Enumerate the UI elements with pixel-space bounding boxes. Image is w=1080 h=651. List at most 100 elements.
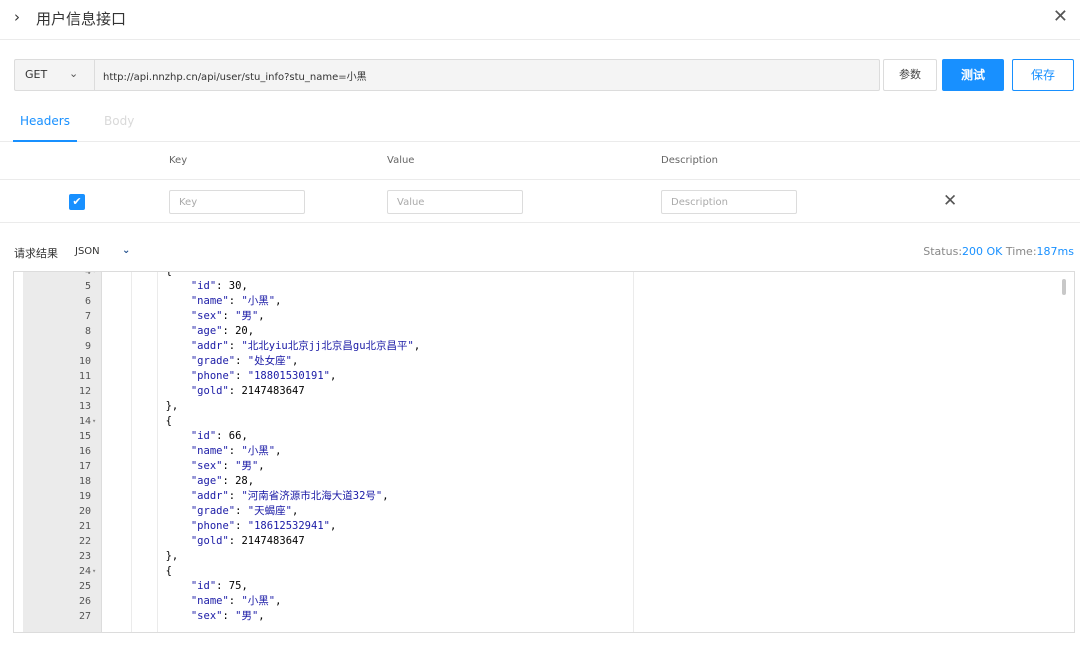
code-line: 16 "name": "小黑", xyxy=(14,444,1074,459)
line-number: 19 xyxy=(78,491,91,502)
chevron-right-icon[interactable]: › xyxy=(14,8,20,26)
code-text: { xyxy=(115,415,172,427)
code-line: 25 "id": 75, xyxy=(14,579,1074,594)
request-tabs: Headers Body xyxy=(0,104,1080,142)
fold-toggle-icon[interactable]: ▾ xyxy=(92,564,96,579)
tab-headers[interactable]: Headers xyxy=(20,114,70,128)
code-text: "phone": "18612532941", xyxy=(190,520,337,532)
line-number: 5 xyxy=(84,281,91,292)
line-number: 12 xyxy=(78,386,91,397)
code-text: "sex": "男", xyxy=(190,460,265,472)
line-number: 10 xyxy=(78,356,91,367)
chevron-down-icon: ⌄ xyxy=(69,67,79,80)
code-line: 6 "name": "小黑", xyxy=(14,294,1074,309)
code-text: "sex": "男", xyxy=(190,610,265,622)
line-number: 16 xyxy=(78,446,91,457)
line-number: 24 xyxy=(78,566,91,577)
code-text: "age": 28, xyxy=(190,475,255,487)
line-number: 23 xyxy=(78,551,91,562)
code-text: "id": 66, xyxy=(190,430,248,442)
code-text: "age": 20, xyxy=(190,325,255,337)
code-line: 14 ▾ { xyxy=(14,414,1074,429)
code-text: "addr": "河南省济源市北海大道32号", xyxy=(190,490,389,502)
time-prefix: Time: xyxy=(1005,245,1037,258)
line-number: 18 xyxy=(78,476,91,487)
code-text: { xyxy=(115,565,172,577)
params-button[interactable]: 参数 xyxy=(883,59,937,91)
code-text: "sex": "男", xyxy=(190,310,265,322)
method-value: GET xyxy=(25,68,48,81)
headers-table-head: Key Value Description xyxy=(0,142,1080,180)
code-line: 18 "age": 28, xyxy=(14,474,1074,489)
tab-body[interactable]: Body xyxy=(104,114,134,128)
response-editor[interactable]: 4 ▾ {5 "id": 30, 6 "name": "小黑", 7 "sex": "… xyxy=(13,271,1075,633)
column-value: Value xyxy=(387,155,415,166)
code-text: "name": "小黑", xyxy=(190,595,282,607)
value-input[interactable] xyxy=(387,190,523,214)
line-number: 13 xyxy=(78,401,91,412)
code-text: "id": 30, xyxy=(190,280,248,292)
line-number: 11 xyxy=(78,371,91,382)
fold-toggle-icon[interactable]: ▾ xyxy=(92,414,96,429)
line-number: 7 xyxy=(84,311,91,322)
code-line: 19 "addr": "河南省济源市北海大道32号", xyxy=(14,489,1074,504)
line-number: 8 xyxy=(84,326,91,337)
close-icon[interactable]: ✕ xyxy=(1053,6,1068,27)
code-line: 10 "grade": "处女座", xyxy=(14,354,1074,369)
save-button[interactable]: 保存 xyxy=(1012,59,1074,91)
description-input[interactable] xyxy=(661,190,797,214)
code-line: 9 "addr": "北北yiu北京jj北京昌gu北京昌平", xyxy=(14,339,1074,354)
result-bar: 请求结果 JSON ⌄ Status:200 OK Time:187ms xyxy=(0,242,1080,264)
scrollbar-thumb[interactable] xyxy=(1062,279,1066,295)
code-line: 8 "age": 20, xyxy=(14,324,1074,339)
code-line: 26 "name": "小黑", xyxy=(14,594,1074,609)
code-text: "grade": "天蝎座", xyxy=(190,505,299,517)
line-number: 21 xyxy=(78,521,91,532)
method-select[interactable]: GET ⌄ xyxy=(15,60,95,90)
fold-toggle-icon[interactable]: ▾ xyxy=(92,272,96,279)
code-line: 22 "gold": 2147483647 xyxy=(14,534,1074,549)
line-number: 6 xyxy=(84,296,91,307)
time-value: 187ms xyxy=(1036,245,1074,258)
result-label: 请求结果 xyxy=(14,247,58,260)
column-description: Description xyxy=(661,155,718,166)
status-value: 200 OK xyxy=(962,245,1003,258)
chevron-down-icon[interactable]: ⌄ xyxy=(122,245,130,256)
code-text: "name": "小黑", xyxy=(190,295,282,307)
code-line: 11 "phone": "18801530191", xyxy=(14,369,1074,384)
line-number: 9 xyxy=(84,341,91,352)
code-line: 5 "id": 30, xyxy=(14,279,1074,294)
line-number: 15 xyxy=(78,431,91,442)
status-readout: Status:200 OK Time:187ms xyxy=(923,245,1074,258)
code-text: "gold": 2147483647 xyxy=(190,535,305,547)
request-bar: GET ⌄ xyxy=(14,59,880,91)
dialog-header: › 用户信息接口 ✕ xyxy=(0,0,1080,40)
line-number: 27 xyxy=(78,611,91,622)
code-line: 12 "gold": 2147483647 xyxy=(14,384,1074,399)
row-enabled-checkbox[interactable]: ✔ xyxy=(69,194,85,210)
test-button[interactable]: 测试 xyxy=(942,59,1004,91)
line-number: 22 xyxy=(78,536,91,547)
code-line: 13 }, xyxy=(14,399,1074,414)
code-text: "addr": "北北yiu北京jj北京昌gu北京昌平", xyxy=(190,340,421,352)
code-text: "phone": "18801530191", xyxy=(190,370,337,382)
url-input[interactable] xyxy=(103,60,873,90)
code-text: }, xyxy=(115,400,179,412)
code-line: 23 }, xyxy=(14,549,1074,564)
line-number: 14 xyxy=(78,416,91,427)
code-line: 27 "sex": "男", xyxy=(14,609,1074,624)
code-text: { xyxy=(115,271,172,277)
code-text: "name": "小黑", xyxy=(190,445,282,457)
code-text: "grade": "处女座", xyxy=(190,355,299,367)
dialog-title: 用户信息接口 xyxy=(36,10,127,28)
code-line: 20 "grade": "天蝎座", xyxy=(14,504,1074,519)
line-number: 17 xyxy=(78,461,91,472)
delete-row-icon[interactable]: ✕ xyxy=(943,191,957,211)
line-number: 20 xyxy=(78,506,91,517)
code-text: "id": 75, xyxy=(190,580,248,592)
key-input[interactable] xyxy=(169,190,305,214)
line-number: 25 xyxy=(78,581,91,592)
column-key: Key xyxy=(169,155,188,166)
code-line: 21 "phone": "18612532941", xyxy=(14,519,1074,534)
format-select[interactable]: JSON xyxy=(75,246,100,257)
